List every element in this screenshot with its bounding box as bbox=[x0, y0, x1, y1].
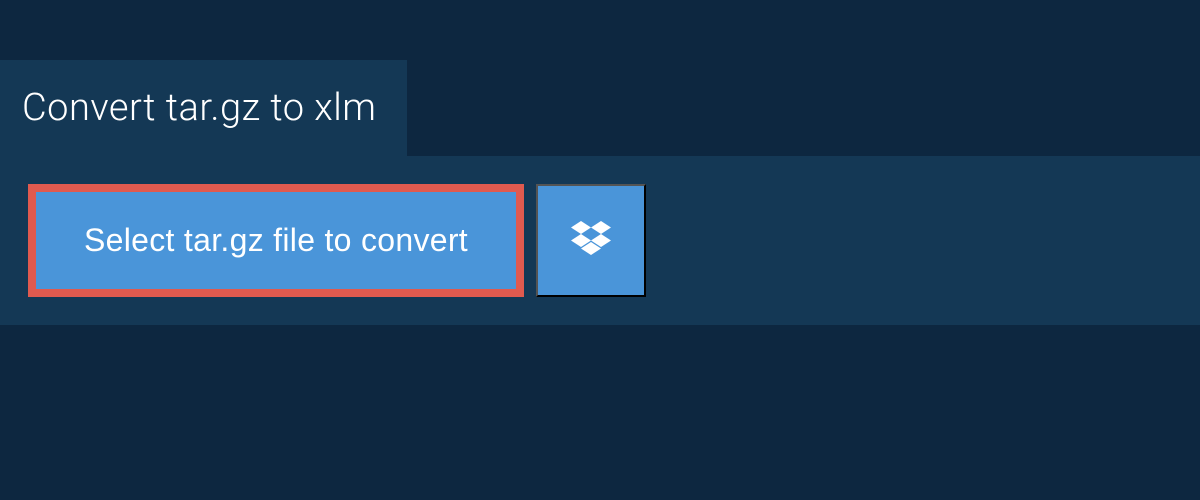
header-tab: Convert tar.gz to xlm bbox=[0, 60, 407, 156]
dropbox-button[interactable] bbox=[536, 184, 646, 297]
dropbox-icon bbox=[571, 221, 611, 260]
content-panel: Select tar.gz file to convert bbox=[0, 156, 1200, 325]
select-file-button[interactable]: Select tar.gz file to convert bbox=[28, 184, 524, 297]
select-file-label: Select tar.gz file to convert bbox=[84, 222, 468, 259]
button-row: Select tar.gz file to convert bbox=[28, 184, 1172, 297]
page-title: Convert tar.gz to xlm bbox=[22, 86, 377, 130]
